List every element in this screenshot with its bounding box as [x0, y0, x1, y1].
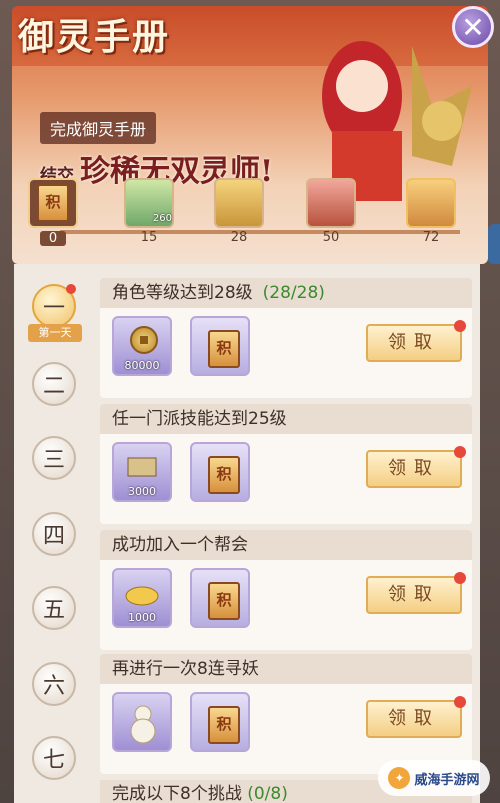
scroll-map-icon: [127, 457, 157, 477]
task-title: 任一门派技能达到25级: [112, 409, 287, 429]
task-card: 再进行一次8连寻妖 积 领取: [100, 654, 472, 774]
reward-milestone-4[interactable]: 72: [406, 178, 456, 245]
item-quantity: 3000: [128, 485, 156, 498]
notification-dot: [454, 320, 466, 332]
task-header: 角色等级达到28级 (28/28): [100, 278, 472, 308]
task-title: 再进行一次8连寻妖: [112, 659, 259, 679]
day-label: 一: [42, 296, 65, 321]
task-title: 角色等级达到28级: [112, 283, 253, 303]
day-tab-7[interactable]: 七: [32, 736, 76, 780]
task-card: 角色等级达到28级 (28/28) 80000 积 领取: [100, 278, 472, 398]
milestone-value: 15: [140, 230, 158, 245]
gourd-icon: [130, 705, 156, 744]
claim-label: 领取: [388, 584, 440, 605]
notification-dot: [66, 284, 76, 294]
task-body: 1000 积 领取: [100, 560, 472, 650]
day-tab-5[interactable]: 五: [32, 586, 76, 630]
task-header: 成功加入一个帮会: [100, 530, 472, 560]
reward-item[interactable]: 80000: [112, 316, 172, 376]
item-quantity: 80000: [124, 359, 160, 372]
character-avatar-icon: [406, 178, 456, 228]
claim-button[interactable]: 领取: [366, 446, 466, 488]
close-button[interactable]: ✕: [452, 6, 494, 48]
notification-dot: [454, 696, 466, 708]
task-card: 成功加入一个帮会 1000 积 领取: [100, 530, 472, 650]
task-header: 再进行一次8连寻妖: [100, 654, 472, 684]
reward-item[interactable]: 积: [190, 442, 250, 502]
banner: 御灵手册 完成御灵手册 结交 珍稀无双灵师! 积 0 260 15 28 50 7…: [12, 6, 488, 264]
page-title: 御灵手册: [18, 16, 171, 58]
points-icon: 积: [28, 178, 78, 228]
day-label: 三: [42, 448, 65, 473]
side-tab[interactable]: [488, 224, 500, 264]
reward-item[interactable]: 积: [190, 692, 250, 752]
item-quantity: 1000: [128, 611, 156, 624]
copper-coin-icon: [130, 326, 158, 354]
treasure-chest-icon: [306, 178, 356, 228]
reward-milestone-0[interactable]: 积 0: [28, 178, 78, 246]
task-header: 任一门派技能达到25级: [100, 404, 472, 434]
points-scroll-icon: 积: [208, 456, 240, 494]
day-label: 二: [42, 374, 65, 399]
points-scroll-icon: 积: [208, 706, 240, 744]
task-progress: (0/8): [247, 784, 288, 803]
task-title: 完成以下8个挑战: [112, 784, 242, 803]
day-label: 七: [42, 748, 65, 773]
day-tab-2[interactable]: 二: [32, 362, 76, 406]
task-body: 3000 积 领取: [100, 434, 472, 524]
milestone-value: 72: [422, 230, 440, 245]
claim-label: 领取: [388, 332, 440, 353]
watermark-text: 威海手游网: [414, 772, 480, 788]
reward-item[interactable]: 3000: [112, 442, 172, 502]
points-scroll-icon: 积: [208, 330, 240, 368]
day-tab-6[interactable]: 六: [32, 662, 76, 706]
claim-button[interactable]: 领取: [366, 696, 466, 738]
task-progress: (28/28): [262, 283, 325, 303]
claim-label: 领取: [388, 708, 440, 729]
milestone-value: 0: [40, 231, 66, 246]
claim-button[interactable]: 领取: [366, 320, 466, 362]
day-label: 六: [42, 674, 65, 699]
active-day-label: 第一天: [28, 324, 82, 342]
watermark-logo-icon: ✦: [388, 767, 411, 789]
reward-milestone-3[interactable]: 50: [306, 178, 356, 245]
day-label: 四: [42, 524, 65, 549]
reward-milestone-1[interactable]: 260 15: [124, 178, 174, 245]
points-scroll-icon: 积: [208, 582, 240, 620]
reward-item[interactable]: [112, 692, 172, 752]
gold-ingot-icon: [125, 586, 159, 606]
claim-button[interactable]: 领取: [366, 572, 466, 614]
reward-item[interactable]: 积: [190, 568, 250, 628]
notification-dot: [454, 446, 466, 458]
reward-item[interactable]: 积: [190, 316, 250, 376]
day-tab-4[interactable]: 四: [32, 512, 76, 556]
day-label: 五: [42, 598, 65, 623]
reward-milestone-2[interactable]: 28: [214, 178, 264, 245]
milestone-value: 50: [322, 230, 340, 245]
character-portrait: [322, 41, 472, 201]
watermark: ✦ 威海手游网: [378, 760, 490, 796]
claim-label: 领取: [388, 458, 440, 479]
fire-gourd-icon: [214, 178, 264, 228]
points-scroll-icon: 积: [37, 184, 69, 222]
milestone-value: 28: [230, 230, 248, 245]
task-title: 成功加入一个帮会: [112, 535, 248, 555]
task-card: 任一门派技能达到25级 3000 积 领取: [100, 404, 472, 524]
task-body: 80000 积 领取: [100, 308, 472, 398]
notification-dot: [454, 572, 466, 584]
day-tab-3[interactable]: 三: [32, 436, 76, 480]
reward-item[interactable]: 1000: [112, 568, 172, 628]
reward-badge: 260: [152, 213, 172, 224]
day-tab-1[interactable]: 一: [32, 284, 76, 328]
banner-subtitle: 完成御灵手册: [40, 112, 157, 144]
close-icon: ✕: [461, 10, 485, 44]
